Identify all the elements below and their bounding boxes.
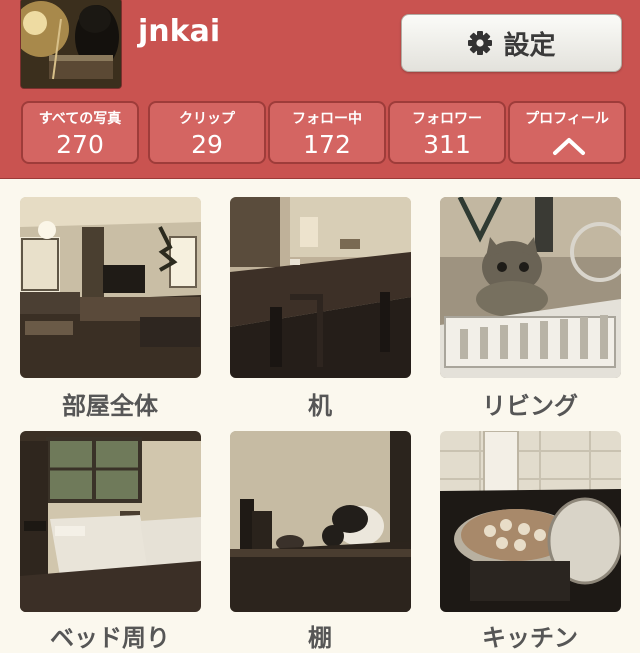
album-photo: [20, 431, 201, 612]
album-caption: 机: [308, 392, 332, 420]
stat-followers[interactable]: フォロワー 311: [388, 101, 506, 164]
album-caption: ベッド周り: [50, 624, 170, 652]
stat-label: フォロー中: [292, 111, 362, 127]
stat-value: 311: [423, 130, 471, 159]
album-photo: [20, 197, 201, 378]
album-tile-living[interactable]: [440, 197, 621, 378]
album-photo: [230, 197, 411, 378]
stat-label: クリップ: [179, 111, 235, 127]
album-photo: [440, 431, 621, 612]
stat-label: プロフィール: [525, 111, 609, 127]
stat-profile[interactable]: プロフィール: [508, 101, 626, 164]
album-caption: リビング: [482, 392, 578, 420]
stat-value: 29: [191, 130, 223, 159]
album-caption: 棚: [308, 624, 332, 652]
stat-all-photos[interactable]: すべての写真 270: [21, 101, 139, 164]
album-tile-kitchen[interactable]: [440, 431, 621, 612]
album-photo: [230, 431, 411, 612]
stat-label: フォロワー: [412, 111, 482, 127]
stat-label: すべての写真: [38, 111, 122, 127]
settings-button[interactable]: 設定: [401, 14, 622, 72]
stat-value: 172: [303, 130, 351, 159]
profile-header: jnkai 設定 すべての写真 270 クリップ 29 フォロー中 172 フォ…: [0, 0, 640, 179]
album-tile-room[interactable]: [20, 197, 201, 378]
stat-clips[interactable]: クリップ 29: [148, 101, 266, 164]
album-tile-shelf[interactable]: [230, 431, 411, 612]
stat-value: 270: [56, 130, 104, 159]
album-tile-bedroom[interactable]: [20, 431, 201, 612]
avatar[interactable]: [20, 0, 122, 89]
album-photo: [440, 197, 621, 378]
settings-label: 設定: [503, 30, 556, 61]
chevron-up-icon: [553, 138, 585, 155]
gear-icon: [468, 31, 493, 55]
username: jnkai: [138, 14, 221, 49]
album-tile-desk[interactable]: [230, 197, 411, 378]
album-caption: 部屋全体: [62, 392, 158, 420]
stat-following[interactable]: フォロー中 172: [268, 101, 386, 164]
album-caption: キッチン: [482, 624, 578, 652]
